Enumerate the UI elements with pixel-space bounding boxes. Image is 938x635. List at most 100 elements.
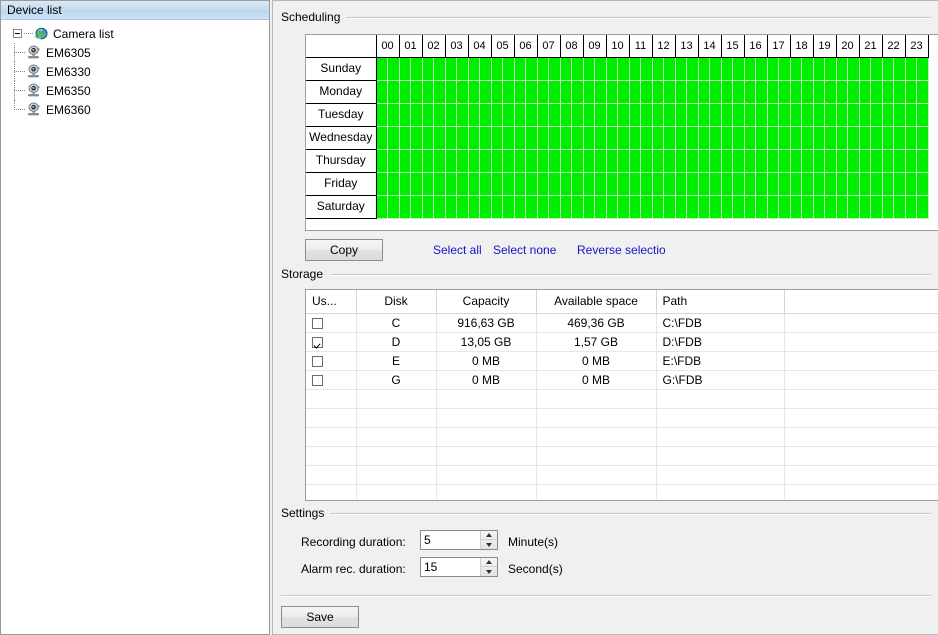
schedule-row-friday[interactable]: Friday bbox=[306, 172, 929, 196]
schedule-slot[interactable] bbox=[847, 149, 860, 173]
schedule-slot[interactable] bbox=[606, 57, 618, 81]
schedule-slot[interactable] bbox=[790, 149, 802, 173]
schedule-slot[interactable] bbox=[744, 126, 756, 150]
schedule-slot[interactable] bbox=[376, 195, 388, 219]
schedule-slot[interactable] bbox=[583, 103, 595, 127]
schedule-slot[interactable] bbox=[882, 103, 894, 127]
schedule-slot[interactable] bbox=[560, 57, 572, 81]
schedule-slot[interactable] bbox=[755, 126, 768, 150]
alarm-rec-duration-stepper[interactable] bbox=[420, 557, 498, 577]
schedule-row-thursday[interactable]: Thursday bbox=[306, 149, 929, 173]
schedule-slot[interactable] bbox=[525, 57, 538, 81]
schedule-slot[interactable] bbox=[387, 172, 400, 196]
schedule-slot[interactable] bbox=[916, 57, 929, 81]
schedule-slot[interactable] bbox=[537, 126, 549, 150]
schedule-row-sunday[interactable]: Sunday bbox=[306, 57, 929, 81]
schedule-slot[interactable] bbox=[617, 172, 630, 196]
schedule-slot[interactable] bbox=[790, 195, 802, 219]
schedule-slot[interactable] bbox=[893, 149, 906, 173]
schedule-slot[interactable] bbox=[537, 57, 549, 81]
schedule-slot[interactable] bbox=[859, 126, 871, 150]
schedule-slot[interactable] bbox=[502, 80, 515, 104]
schedule-slot[interactable] bbox=[514, 195, 526, 219]
schedule-slot[interactable] bbox=[479, 126, 492, 150]
schedule-slot[interactable] bbox=[387, 103, 400, 127]
schedule-slot[interactable] bbox=[744, 80, 756, 104]
schedule-slot[interactable] bbox=[893, 126, 906, 150]
chevron-up-icon[interactable] bbox=[481, 558, 497, 567]
recording-duration-stepper[interactable] bbox=[420, 530, 498, 550]
schedule-slot[interactable] bbox=[617, 103, 630, 127]
schedule-slot[interactable] bbox=[468, 57, 480, 81]
schedule-slot[interactable] bbox=[824, 172, 837, 196]
schedule-slot[interactable] bbox=[882, 80, 894, 104]
schedule-slot[interactable] bbox=[732, 172, 745, 196]
schedule-slot[interactable] bbox=[801, 172, 814, 196]
schedule-slot[interactable] bbox=[721, 149, 733, 173]
schedule-slot[interactable] bbox=[824, 149, 837, 173]
schedule-slot[interactable] bbox=[663, 149, 676, 173]
schedule-slot[interactable] bbox=[514, 80, 526, 104]
schedule-slot[interactable] bbox=[836, 149, 848, 173]
schedule-slot[interactable] bbox=[479, 149, 492, 173]
storage-table-container[interactable]: Us... Disk Capacity Available space Path C 91… bbox=[305, 289, 938, 501]
schedule-slot[interactable] bbox=[571, 195, 584, 219]
schedule-slot[interactable] bbox=[606, 80, 618, 104]
schedule-slot[interactable] bbox=[514, 126, 526, 150]
schedule-slot[interactable] bbox=[491, 126, 503, 150]
select-all-link[interactable]: Select all bbox=[433, 243, 482, 257]
schedule-slot[interactable] bbox=[870, 57, 883, 81]
schedule-slot[interactable] bbox=[732, 103, 745, 127]
schedule-slot[interactable] bbox=[525, 195, 538, 219]
schedule-slot[interactable] bbox=[422, 103, 434, 127]
schedule-slot[interactable] bbox=[709, 80, 722, 104]
schedule-slot[interactable] bbox=[422, 126, 434, 150]
schedule-slot[interactable] bbox=[847, 195, 860, 219]
schedule-slot[interactable] bbox=[801, 57, 814, 81]
schedule-slot[interactable] bbox=[870, 172, 883, 196]
use-cell[interactable] bbox=[306, 351, 357, 371]
schedule-slot[interactable] bbox=[813, 103, 825, 127]
schedule-slot[interactable] bbox=[882, 195, 894, 219]
schedule-row-monday[interactable]: Monday bbox=[306, 80, 929, 104]
schedule-slot[interactable] bbox=[824, 126, 837, 150]
schedule-slot[interactable] bbox=[491, 195, 503, 219]
schedule-slot[interactable] bbox=[479, 103, 492, 127]
schedule-slot[interactable] bbox=[663, 57, 676, 81]
schedule-slot[interactable] bbox=[548, 103, 561, 127]
schedule-slot[interactable] bbox=[456, 126, 469, 150]
schedule-slot[interactable] bbox=[583, 195, 595, 219]
schedule-slot[interactable] bbox=[640, 103, 653, 127]
tree-item-device-2[interactable]: EM6350 bbox=[5, 81, 269, 100]
schedule-slot[interactable] bbox=[537, 80, 549, 104]
schedule-slot[interactable] bbox=[410, 172, 423, 196]
schedule-slot[interactable] bbox=[387, 126, 400, 150]
schedule-slot[interactable] bbox=[767, 57, 779, 81]
schedule-slot[interactable] bbox=[640, 80, 653, 104]
schedule-slot[interactable] bbox=[813, 80, 825, 104]
schedule-slot[interactable] bbox=[514, 57, 526, 81]
schedule-slot[interactable] bbox=[525, 172, 538, 196]
schedule-slot[interactable] bbox=[548, 126, 561, 150]
schedule-slot[interactable] bbox=[836, 80, 848, 104]
use-checkbox[interactable] bbox=[312, 374, 323, 386]
schedule-slot[interactable] bbox=[410, 80, 423, 104]
schedule-slot[interactable] bbox=[744, 103, 756, 127]
schedule-slot[interactable] bbox=[755, 149, 768, 173]
schedule-slot[interactable] bbox=[571, 103, 584, 127]
schedule-slot[interactable] bbox=[445, 149, 457, 173]
schedule-slot[interactable] bbox=[698, 57, 710, 81]
schedule-slot[interactable] bbox=[675, 126, 687, 150]
schedule-slot[interactable] bbox=[870, 103, 883, 127]
schedule-slot[interactable] bbox=[744, 195, 756, 219]
schedule-slot[interactable] bbox=[721, 80, 733, 104]
schedule-slot[interactable] bbox=[744, 172, 756, 196]
schedule-slot[interactable] bbox=[870, 195, 883, 219]
schedule-slot[interactable] bbox=[675, 149, 687, 173]
schedule-slot[interactable] bbox=[813, 172, 825, 196]
schedule-slot[interactable] bbox=[640, 172, 653, 196]
copy-button[interactable]: Copy bbox=[305, 239, 383, 261]
schedule-slot[interactable] bbox=[433, 57, 446, 81]
schedule-slot[interactable] bbox=[629, 195, 641, 219]
schedule-slot[interactable] bbox=[456, 80, 469, 104]
